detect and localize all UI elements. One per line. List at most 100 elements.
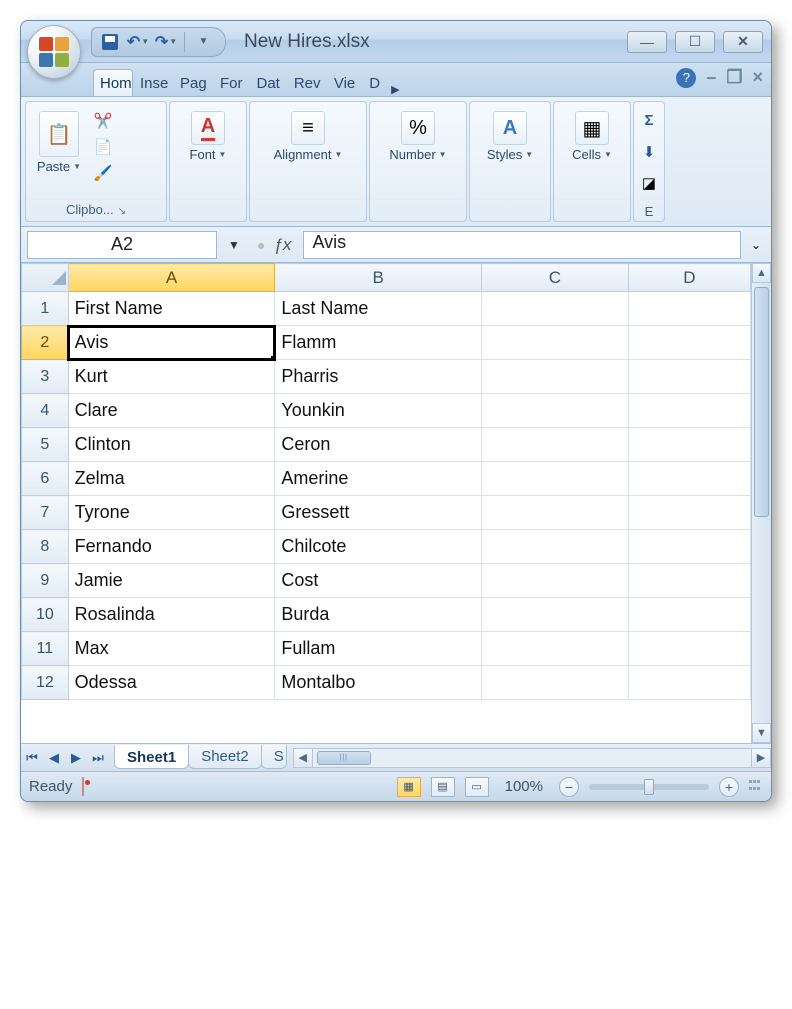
row-header[interactable]: 4 — [22, 394, 69, 428]
cancel-edit-button[interactable]: ● — [257, 237, 265, 253]
cell[interactable] — [628, 428, 750, 462]
mdi-restore-button[interactable]: ❐ — [726, 67, 742, 88]
zoom-thumb[interactable] — [644, 779, 654, 795]
cell[interactable] — [628, 530, 750, 564]
cell[interactable] — [482, 462, 629, 496]
ribbon-tab[interactable]: Inse — [133, 69, 173, 96]
scroll-down-button[interactable]: ▼ — [752, 723, 771, 743]
cell[interactable]: Kurt — [68, 360, 275, 394]
tab-scroll-right[interactable]: ▶ — [387, 83, 403, 96]
cell[interactable] — [628, 360, 750, 394]
cell[interactable]: Flamm — [275, 326, 482, 360]
office-button[interactable] — [27, 25, 81, 79]
cell[interactable]: Avis — [68, 326, 275, 360]
row-header[interactable]: 10 — [22, 598, 69, 632]
cell[interactable]: Amerine — [275, 462, 482, 496]
cell[interactable]: Zelma — [68, 462, 275, 496]
cell[interactable] — [628, 598, 750, 632]
cell[interactable]: Chilcote — [275, 530, 482, 564]
macro-record-button[interactable] — [82, 778, 84, 795]
cell[interactable]: Tyrone — [68, 496, 275, 530]
cell[interactable] — [482, 360, 629, 394]
normal-view-button[interactable]: ▦ — [397, 777, 421, 797]
mdi-close-button[interactable]: × — [752, 67, 763, 88]
column-header[interactable]: B — [275, 264, 482, 292]
cells-button[interactable]: ▦ Cells▼ — [563, 106, 621, 167]
row-header[interactable]: 6 — [22, 462, 69, 496]
cell[interactable]: Montalbo — [275, 666, 482, 700]
zoom-in-button[interactable]: + — [719, 777, 739, 797]
page-break-view-button[interactable]: ▭ — [465, 777, 489, 797]
sheet-nav-last[interactable]: ⏭ — [87, 747, 109, 769]
cell[interactable] — [482, 428, 629, 462]
cell[interactable]: Rosalinda — [68, 598, 275, 632]
ribbon-tab[interactable]: Dat — [250, 69, 287, 96]
horizontal-scrollbar[interactable]: ◀ ||| ▶ — [293, 748, 771, 768]
scroll-thumb[interactable]: ||| — [317, 751, 371, 765]
sheet-tab[interactable]: Sheet1 — [114, 745, 189, 769]
cell[interactable]: Odessa — [68, 666, 275, 700]
cell[interactable] — [482, 292, 629, 326]
cut-button[interactable]: ✂️ — [92, 110, 114, 132]
clear-button[interactable]: ◪ — [638, 173, 660, 194]
cell[interactable]: Clinton — [68, 428, 275, 462]
resize-grip[interactable] — [749, 780, 763, 794]
cell[interactable] — [628, 632, 750, 666]
cell[interactable] — [482, 598, 629, 632]
row-header[interactable]: 7 — [22, 496, 69, 530]
cell[interactable] — [628, 496, 750, 530]
cell[interactable]: Last Name — [275, 292, 482, 326]
cell[interactable] — [482, 530, 629, 564]
cell[interactable]: Fernando — [68, 530, 275, 564]
autosum-button[interactable]: Σ — [638, 110, 660, 131]
ribbon-tab[interactable]: For — [213, 69, 250, 96]
scroll-left-button[interactable]: ◀ — [293, 748, 313, 768]
undo-button[interactable]: ↶▼ — [126, 30, 150, 54]
font-button[interactable]: A Font▼ — [179, 106, 237, 167]
styles-button[interactable]: A Styles▼ — [481, 106, 539, 167]
ribbon-tab[interactable]: Vie — [327, 69, 362, 96]
sheet-nav-prev[interactable]: ◀ — [43, 747, 65, 769]
name-box-dropdown[interactable]: ▼ — [223, 238, 245, 252]
row-header[interactable]: 2 — [22, 326, 69, 360]
sheet-nav-next[interactable]: ▶ — [65, 747, 87, 769]
cell[interactable] — [482, 564, 629, 598]
cell[interactable]: Fullam — [275, 632, 482, 666]
ribbon-tab[interactable]: Hom — [93, 69, 133, 96]
ribbon-tab[interactable]: D — [362, 69, 387, 96]
cell[interactable]: Ceron — [275, 428, 482, 462]
cell[interactable] — [482, 496, 629, 530]
cell[interactable]: Max — [68, 632, 275, 666]
sheet-tab[interactable]: S — [261, 745, 287, 769]
dialog-launcher-icon[interactable]: ↘ — [118, 206, 126, 217]
cell[interactable]: Jamie — [68, 564, 275, 598]
save-button[interactable] — [98, 30, 122, 54]
cell[interactable] — [482, 394, 629, 428]
column-header[interactable]: C — [482, 264, 629, 292]
cell[interactable]: First Name — [68, 292, 275, 326]
alignment-button[interactable]: ≡ Alignment▼ — [258, 106, 358, 167]
cell[interactable]: Pharris — [275, 360, 482, 394]
cell[interactable]: Cost — [275, 564, 482, 598]
row-header[interactable]: 5 — [22, 428, 69, 462]
ribbon-tab[interactable]: Rev — [287, 69, 327, 96]
cell[interactable] — [482, 666, 629, 700]
maximize-button[interactable]: ☐ — [675, 31, 715, 53]
paste-button[interactable]: 📋 Paste▼ — [30, 106, 88, 179]
cell[interactable] — [482, 632, 629, 666]
format-painter-button[interactable]: 🖌️ — [92, 162, 114, 184]
spreadsheet-grid[interactable]: ABCD 1First NameLast Name2AvisFlamm3Kurt… — [21, 263, 751, 700]
cell[interactable] — [628, 394, 750, 428]
vertical-scrollbar[interactable]: ▲ ▼ — [751, 263, 771, 743]
minimize-button[interactable]: — — [627, 31, 667, 53]
zoom-out-button[interactable]: − — [559, 777, 579, 797]
column-header[interactable]: D — [628, 264, 750, 292]
row-header[interactable]: 9 — [22, 564, 69, 598]
cell[interactable]: Younkin — [275, 394, 482, 428]
insert-function-button[interactable]: ƒx — [273, 235, 291, 255]
scroll-right-button[interactable]: ▶ — [751, 748, 771, 768]
cell[interactable] — [628, 326, 750, 360]
page-layout-view-button[interactable]: ▤ — [431, 777, 455, 797]
cell[interactable] — [628, 666, 750, 700]
sheet-nav-first[interactable]: ⏮ — [21, 747, 43, 769]
